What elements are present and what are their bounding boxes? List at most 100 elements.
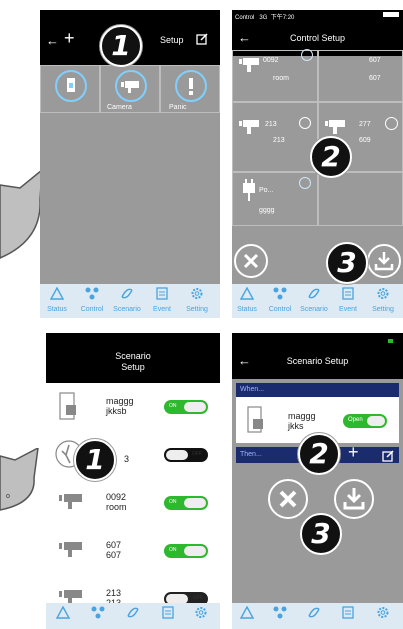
setup-screen: ← + Setup Camera Panic Status Control Sc…	[40, 10, 220, 318]
camera-icon	[239, 120, 259, 134]
download-icon	[374, 252, 394, 271]
warning-icon	[55, 605, 71, 619]
page-title: Scenario Setup	[286, 356, 349, 366]
device-label: Camera	[107, 104, 132, 111]
tab-event[interactable]: Event	[147, 287, 177, 313]
page-title: Control Setup	[289, 33, 346, 43]
speech-bubble-bottom: o	[0, 448, 39, 511]
device-cell[interactable]: Po... gggg	[232, 172, 318, 226]
tab-event[interactable]	[153, 606, 183, 624]
warning-icon	[49, 286, 65, 300]
control-setup-screen: Control 3G 下午7:20 ← Control Setup 0092 r…	[232, 10, 403, 318]
svg-text:o: o	[6, 493, 10, 500]
event-icon	[156, 287, 168, 300]
cancel-button[interactable]	[268, 479, 308, 519]
battery-icon	[388, 339, 393, 343]
device-cell[interactable]: 607 607	[318, 50, 403, 102]
plus-icon[interactable]: +	[64, 28, 75, 49]
scenario-icon	[121, 288, 133, 299]
tab-scenario[interactable]	[118, 606, 148, 624]
tab-status[interactable]	[48, 605, 78, 624]
scenario-toggle[interactable]: OFF	[164, 448, 208, 462]
download-icon	[343, 488, 365, 510]
tab-event[interactable]: Event	[333, 287, 363, 313]
callout-badge: 3	[326, 242, 368, 284]
control-icon	[273, 287, 287, 300]
battery-icon	[383, 12, 399, 17]
scenario-toggle[interactable]: ON	[164, 496, 208, 510]
edit-icon[interactable]	[196, 32, 208, 50]
tab-control[interactable]: Control	[265, 287, 295, 313]
scenario-toggle[interactable]: ON	[164, 544, 208, 558]
check-circle-icon[interactable]	[301, 49, 313, 61]
save-button[interactable]	[367, 244, 401, 278]
arrow-left-icon[interactable]: ←	[46, 33, 59, 48]
control-icon	[91, 606, 105, 619]
plug-icon	[243, 179, 255, 201]
scenario-icon	[308, 607, 320, 618]
device-label: Panic	[169, 104, 187, 111]
tab-control[interactable]	[265, 606, 295, 624]
tab-bar: Status Control Scenario Event Setting	[40, 284, 220, 318]
event-icon	[342, 287, 354, 300]
when-section: When...	[236, 383, 399, 397]
check-circle-icon[interactable]	[299, 117, 311, 129]
gear-icon	[377, 607, 389, 618]
tab-status[interactable]	[232, 605, 262, 624]
scenario-row[interactable]: 0092 room ON	[46, 479, 220, 528]
scenario-toggle[interactable]: ON	[164, 400, 208, 414]
state-toggle[interactable]: Open	[343, 414, 387, 428]
event-icon	[342, 606, 354, 619]
scenario-row[interactable]: maggg jkksb ON	[46, 383, 220, 432]
device-panic[interactable]: Panic	[160, 65, 220, 113]
tab-event[interactable]	[333, 606, 363, 624]
device-door-lock[interactable]	[40, 65, 100, 113]
status-bar: Control 3G 下午7:20	[235, 15, 295, 21]
camera-icon	[115, 70, 147, 102]
save-button[interactable]	[334, 479, 374, 519]
gear-icon	[195, 607, 207, 618]
tab-bar	[232, 603, 403, 629]
scenario-setup-header: ← Scenario Setup	[232, 333, 403, 379]
gear-icon	[191, 288, 203, 299]
scenario-list-screen: Scenario Setup maggg jkksb ON 3 OFF 0092 ro…	[46, 333, 220, 629]
callout-badge: 3	[300, 513, 342, 555]
tab-setting[interactable]	[368, 606, 398, 624]
tab-setting[interactable]	[186, 606, 216, 624]
scenario-row[interactable]: 607 607 ON	[46, 527, 220, 576]
exclamation-icon	[175, 70, 207, 102]
control-icon	[273, 606, 287, 619]
callout-badge: 2	[310, 136, 352, 178]
edit-icon[interactable]	[382, 449, 394, 467]
tab-control[interactable]	[83, 606, 113, 624]
tab-setting[interactable]: Setting	[182, 287, 212, 313]
scenario-row[interactable]: 3 OFF	[46, 431, 220, 480]
camera-icon	[325, 120, 345, 134]
tab-scenario[interactable]: Scenario	[112, 287, 142, 313]
control-icon	[85, 287, 99, 300]
event-icon	[162, 606, 174, 619]
tab-setting[interactable]: Setting	[368, 287, 398, 313]
check-circle-icon[interactable]	[385, 117, 398, 130]
tab-control[interactable]: Control	[77, 287, 107, 313]
warning-icon	[239, 605, 255, 619]
tab-scenario[interactable]	[299, 606, 329, 624]
tab-status[interactable]: Status	[232, 286, 262, 313]
tab-bar	[46, 603, 220, 629]
callout-badge: 1	[100, 25, 142, 67]
device-camera[interactable]: Camera	[100, 65, 160, 113]
scenario-icon	[127, 607, 139, 618]
cancel-button[interactable]	[234, 244, 268, 278]
device-cell[interactable]: 213 213	[232, 102, 318, 172]
tab-scenario[interactable]: Scenario	[299, 287, 329, 313]
scenario-setup-screen: ← Scenario Setup When... maggg jkks Open …	[232, 333, 403, 629]
scenario-header: Scenario Setup	[46, 333, 220, 383]
tab-bar: Status Control Scenario Event Setting	[232, 284, 403, 318]
door-icon	[59, 392, 76, 420]
tab-status[interactable]: Status	[42, 286, 72, 313]
device-cell[interactable]: 0092 room	[232, 49, 318, 102]
warning-icon	[239, 286, 255, 300]
plus-icon[interactable]: +	[348, 442, 359, 463]
close-icon	[243, 253, 259, 269]
check-circle-icon[interactable]	[299, 177, 311, 189]
